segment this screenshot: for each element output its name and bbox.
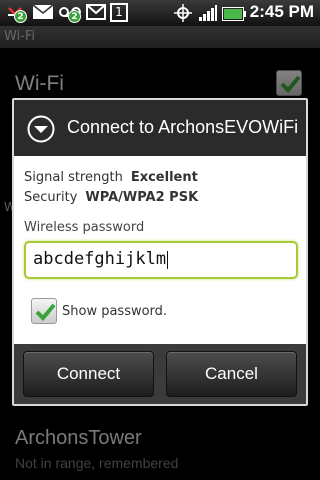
notification-badge: 2 — [68, 10, 81, 23]
cancel-button[interactable]: Cancel — [166, 351, 297, 397]
email-icon — [32, 4, 54, 24]
connect-dialog: Connect to ArchonsEVOWiFi Signal strengt… — [12, 98, 308, 406]
dialog-title: Connect to ArchonsEVOWiFi — [67, 117, 299, 137]
signal-strength-value: Excellent — [130, 170, 198, 185]
password-field[interactable]: abcdefghijklm — [24, 241, 298, 279]
battery-icon — [222, 6, 246, 25]
dialog-button-bar: Connect Cancel — [14, 344, 306, 404]
security-label: Security — [24, 190, 78, 205]
security-value: WPA/WPA2 PSK — [85, 190, 199, 205]
dialog-title-bar: Connect to ArchonsEVOWiFi — [14, 100, 306, 156]
dialog-body: Signal strength Excellent Security WPA/WPA… — [14, 156, 306, 344]
password-label: Wireless password — [24, 220, 145, 235]
show-password-label[interactable]: Show password. — [62, 304, 167, 319]
text-caret — [167, 250, 169, 269]
signal-strength-row: Signal strength Excellent — [24, 170, 198, 185]
clock: 2:45 PM — [249, 2, 314, 21]
show-password-checkbox[interactable] — [31, 298, 57, 324]
calendar-icon: 1 — [110, 3, 128, 22]
check-icon — [35, 303, 56, 321]
connect-button[interactable]: Connect — [23, 351, 154, 397]
chevron-down-circle-icon — [27, 115, 55, 143]
gmail-icon — [86, 4, 106, 24]
notification-badge: 2 — [14, 10, 27, 23]
signal-strength-label: Signal strength — [24, 170, 123, 185]
password-value: abcdefghijklm — [33, 249, 167, 269]
gps-icon — [174, 4, 192, 26]
signal-icon — [198, 4, 218, 26]
status-bar: 2 2 1 2:45 PM — [0, 0, 320, 26]
security-row: Security WPA/WPA2 PSK — [24, 190, 198, 205]
